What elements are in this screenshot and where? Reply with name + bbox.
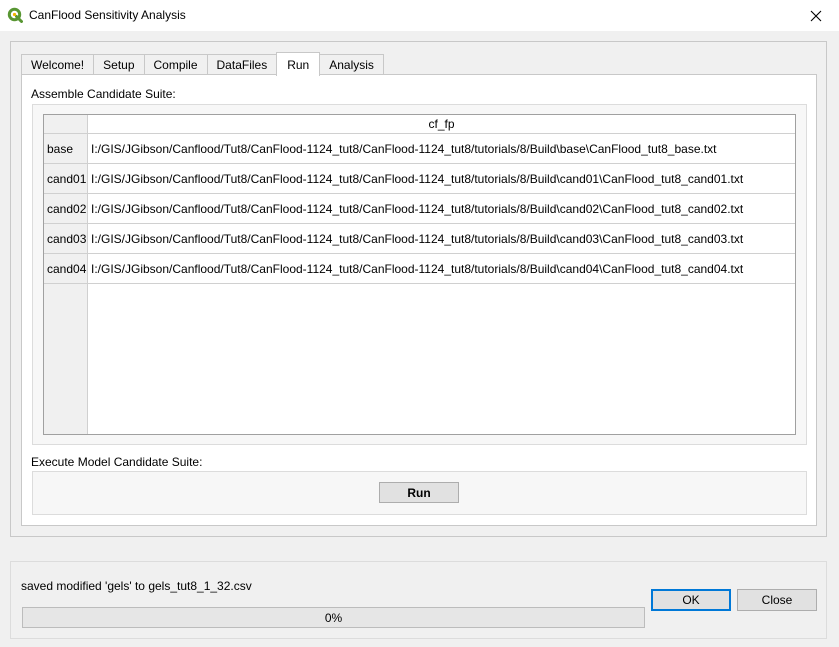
cf-fp-cell-cand01[interactable]: I:/GIS/JGibson/Canflood/Tut8/CanFlood-11…: [88, 164, 795, 194]
tab-label: Welcome!: [31, 58, 85, 72]
column-header-cf-fp[interactable]: cf_fp: [88, 115, 795, 134]
table-row[interactable]: cand03 I:/GIS/JGibson/Canflood/Tut8/CanF…: [44, 224, 795, 254]
qgis-logo-icon: [7, 7, 23, 23]
tab-analysis[interactable]: Analysis: [319, 54, 384, 75]
dialog-window: CanFlood Sensitivity Analysis Welcome! S…: [0, 0, 839, 647]
tab-run[interactable]: Run: [276, 52, 321, 76]
row-header-cand04[interactable]: cand04: [44, 254, 88, 284]
candidate-table[interactable]: cf_fp base I:/GIS/JGibson/Canflood/Tut8/…: [43, 114, 796, 435]
progress-text: 0%: [324, 610, 343, 625]
window-close-button[interactable]: [793, 0, 839, 31]
run-button[interactable]: Run: [379, 482, 459, 503]
window-title: CanFlood Sensitivity Analysis: [29, 8, 186, 22]
cf-fp-cell-cand03[interactable]: I:/GIS/JGibson/Canflood/Tut8/CanFlood-11…: [88, 224, 795, 254]
cf-fp-cell-cand04[interactable]: I:/GIS/JGibson/Canflood/Tut8/CanFlood-11…: [88, 254, 795, 284]
assemble-section-label: Assemble Candidate Suite:: [31, 87, 176, 101]
row-header-cand01[interactable]: cand01: [44, 164, 88, 194]
table-row[interactable]: cand04 I:/GIS/JGibson/Canflood/Tut8/CanF…: [44, 254, 795, 284]
table-row[interactable]: base I:/GIS/JGibson/Canflood/Tut8/CanFlo…: [44, 134, 795, 164]
progress-bar: 0%: [22, 607, 645, 628]
status-message: saved modified 'gels' to gels_tut8_1_32.…: [21, 579, 252, 593]
tab-label: Setup: [103, 58, 135, 72]
table-row[interactable]: cand02 I:/GIS/JGibson/Canflood/Tut8/CanF…: [44, 194, 795, 224]
table-row[interactable]: cand01 I:/GIS/JGibson/Canflood/Tut8/CanF…: [44, 164, 795, 194]
close-icon: [810, 10, 822, 21]
row-header-base[interactable]: base: [44, 134, 88, 164]
tab-label: Compile: [153, 58, 198, 72]
execute-section-label: Execute Model Candidate Suite:: [31, 455, 203, 469]
tab-datafiles[interactable]: DataFiles: [206, 54, 278, 75]
tab-welcome[interactable]: Welcome!: [21, 54, 95, 75]
close-button[interactable]: Close: [737, 589, 817, 611]
row-header-cand03[interactable]: cand03: [44, 224, 88, 254]
ok-button[interactable]: OK: [651, 589, 731, 611]
tab-setup[interactable]: Setup: [93, 54, 145, 75]
cf-fp-cell-cand02[interactable]: I:/GIS/JGibson/Canflood/Tut8/CanFlood-11…: [88, 194, 795, 224]
tab-label: Analysis: [329, 58, 374, 72]
table-corner-button[interactable]: [44, 115, 88, 134]
tab-label: DataFiles: [216, 58, 268, 72]
tab-label: Run: [287, 57, 310, 72]
tab-bar: Welcome! Setup Compile DataFiles Run Ana…: [21, 52, 384, 76]
title-bar[interactable]: CanFlood Sensitivity Analysis: [0, 0, 839, 31]
tab-compile[interactable]: Compile: [143, 54, 208, 75]
row-header-cand02[interactable]: cand02: [44, 194, 88, 224]
cf-fp-cell-base[interactable]: I:/GIS/JGibson/Canflood/Tut8/CanFlood-11…: [88, 134, 795, 164]
